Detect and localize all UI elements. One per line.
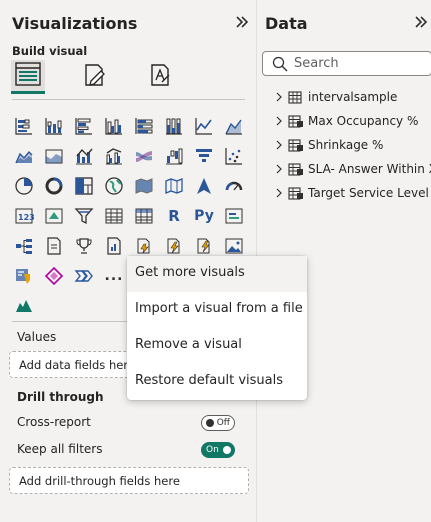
build-visual-label: Build visual	[12, 44, 88, 58]
chevron-right-icon[interactable]	[272, 188, 286, 198]
card-icon[interactable]: 123	[12, 204, 36, 228]
line-stacked-column-chart-icon[interactable]	[72, 144, 96, 168]
search-icon	[272, 56, 288, 76]
measure-table-icon	[288, 138, 304, 152]
table-icon[interactable]	[102, 204, 126, 228]
stacked-area-chart-icon[interactable]	[12, 144, 36, 168]
line-chart-icon[interactable]	[192, 114, 216, 138]
tab-divider	[12, 99, 245, 100]
keep-all-filters-label: Keep all filters	[17, 442, 103, 456]
drill-through-drop-zone[interactable]: Add drill-through fields here	[9, 467, 249, 494]
table-item-sla-answer[interactable]: SLA- Answer Within X ...	[272, 160, 431, 178]
image-visual-icon[interactable]	[222, 234, 246, 258]
funnel-chart-icon[interactable]	[192, 144, 216, 168]
stacked-bar-chart-icon[interactable]	[12, 114, 36, 138]
stacked-column-chart-icon[interactable]	[42, 114, 66, 138]
chevron-right-icon[interactable]	[272, 116, 286, 126]
custom-visual-mountain-icon[interactable]	[12, 292, 36, 316]
qa-icon[interactable]	[42, 234, 66, 258]
clustered-column-chart-icon[interactable]	[102, 114, 126, 138]
keep-all-filters-toggle[interactable]: On	[201, 442, 235, 458]
decomposition-tree-icon[interactable]	[12, 234, 36, 258]
build-visual-tab[interactable]	[11, 60, 45, 94]
measure-table-icon	[288, 186, 304, 200]
goals-trophy-icon[interactable]	[72, 234, 96, 258]
values-drop-placeholder: Add data fields here	[19, 358, 135, 372]
more-visuals-ellipsis-icon[interactable]: ...	[102, 264, 126, 288]
menu-item-import-visual-from-file[interactable]: Import a visual from a file	[127, 292, 307, 328]
chevron-right-icon[interactable]	[272, 164, 286, 174]
search-placeholder: Search	[294, 56, 339, 71]
treemap-icon[interactable]	[72, 174, 96, 198]
map-globe-icon[interactable]	[102, 174, 126, 198]
pie-chart-icon[interactable]	[12, 174, 36, 198]
table-item-intervalsample[interactable]: intervalsample	[272, 88, 397, 106]
shape-map-icon[interactable]	[162, 174, 186, 198]
measure-table-icon	[288, 114, 304, 128]
100-stacked-column-chart-icon[interactable]	[162, 114, 186, 138]
paginated-report-icon[interactable]	[102, 234, 126, 258]
100-stacked-area-chart-icon[interactable]	[42, 144, 66, 168]
custom-visual-2-icon[interactable]	[42, 264, 66, 288]
r-script-icon[interactable]: R	[162, 204, 186, 228]
toggle-knob	[223, 446, 231, 454]
analytics-icon	[147, 62, 173, 92]
drill-through-drop-placeholder: Add drill-through fields here	[19, 474, 180, 488]
cross-report-toggle[interactable]: Off	[201, 415, 235, 431]
power-automate-icon[interactable]	[162, 234, 186, 258]
table-grid-icon	[15, 61, 41, 90]
chevron-right-icon[interactable]	[272, 140, 286, 150]
app-root: Visualizations Build visual 123 R Py ...…	[0, 0, 431, 522]
data-title: Data	[265, 14, 308, 33]
values-label: Values	[17, 330, 57, 344]
filled-map-icon[interactable]	[132, 174, 156, 198]
smart-narrative-icon[interactable]	[192, 234, 216, 258]
clustered-bar-chart-icon[interactable]	[72, 114, 96, 138]
donut-chart-icon[interactable]	[42, 174, 66, 198]
double-chevron-right-icon[interactable]	[234, 14, 250, 34]
custom-visual-3-icon[interactable]	[72, 264, 96, 288]
table-item-target-service-level[interactable]: Target Service Level %	[272, 184, 431, 202]
azure-map-icon[interactable]	[192, 174, 216, 198]
custom-visual-1-icon[interactable]	[12, 264, 36, 288]
key-influencers-icon[interactable]	[222, 204, 246, 228]
python-visual-icon[interactable]: Py	[192, 204, 216, 228]
menu-item-restore-default-visuals[interactable]: Restore default visuals	[127, 364, 307, 400]
paint-brush-icon	[81, 62, 107, 92]
toggle-knob	[206, 419, 214, 427]
visualizations-title: Visualizations	[12, 14, 138, 33]
double-chevron-right-icon[interactable]	[413, 14, 429, 34]
svg-text:123: 123	[18, 213, 34, 222]
measure-table-icon	[288, 162, 304, 176]
slicer-icon[interactable]	[72, 204, 96, 228]
100-stacked-bar-chart-icon[interactable]	[132, 114, 156, 138]
analytics-tab[interactable]	[143, 60, 177, 94]
menu-item-get-more-visuals[interactable]: Get more visuals	[127, 256, 307, 292]
more-visuals-context-menu: Get more visuals Import a visual from a …	[127, 256, 307, 400]
table-icon	[288, 90, 304, 104]
table-item-max-occupancy[interactable]: Max Occupancy %	[272, 112, 418, 130]
power-apps-icon[interactable]	[132, 234, 156, 258]
format-visual-tab[interactable]	[77, 60, 111, 94]
waterfall-chart-icon[interactable]	[162, 144, 186, 168]
matrix-icon[interactable]	[132, 204, 156, 228]
chevron-right-icon[interactable]	[272, 92, 286, 102]
line-clustered-column-chart-icon[interactable]	[102, 144, 126, 168]
table-item-shrinkage[interactable]: Shrinkage %	[272, 136, 383, 154]
ribbon-chart-icon[interactable]	[132, 144, 156, 168]
drill-through-heading: Drill through	[17, 390, 104, 404]
cross-report-label: Cross-report	[17, 415, 91, 429]
scatter-chart-icon[interactable]	[222, 144, 246, 168]
kpi-icon[interactable]	[42, 204, 66, 228]
gauge-icon[interactable]	[222, 174, 246, 198]
menu-item-remove-visual[interactable]: Remove a visual	[127, 328, 307, 364]
area-chart-icon[interactable]	[222, 114, 246, 138]
